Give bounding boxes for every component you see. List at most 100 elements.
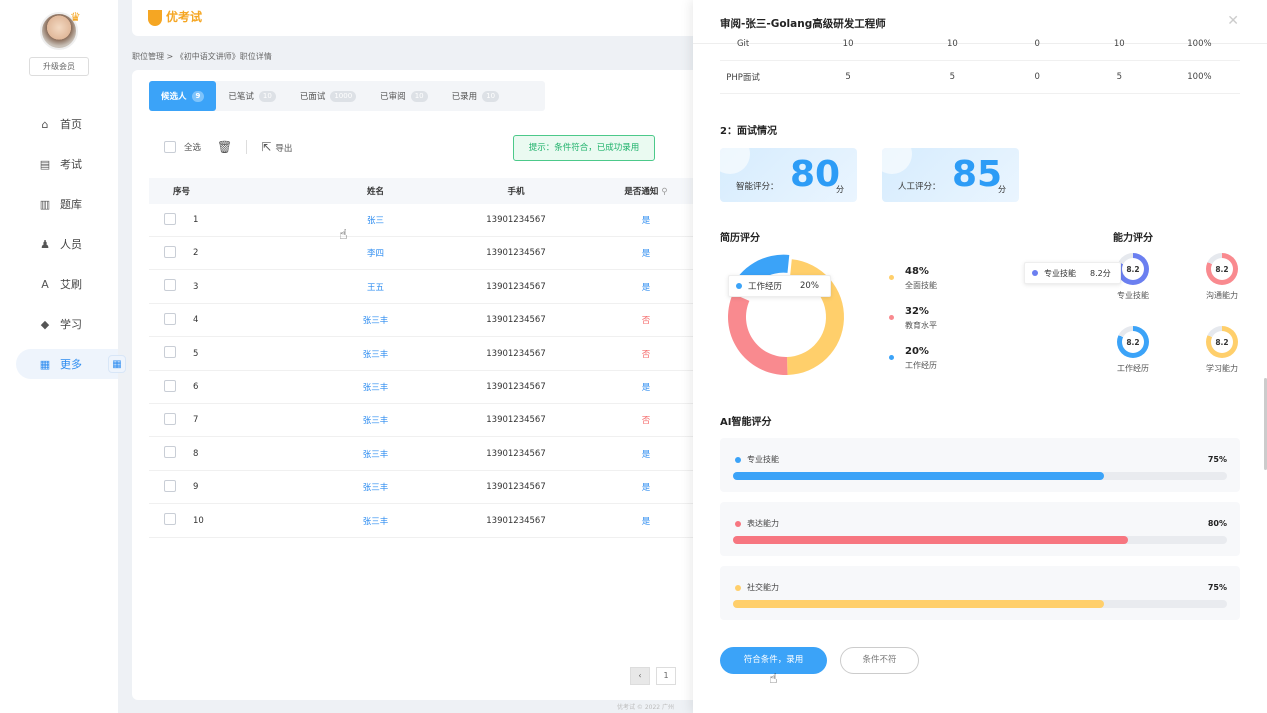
question-bank-icon: ▥ xyxy=(39,197,51,211)
reject-button[interactable]: 条件不符 xyxy=(840,647,919,674)
tab-label: 候选人 xyxy=(161,92,187,102)
row-checkbox-cell xyxy=(149,379,176,395)
skill-cell: 10 xyxy=(842,39,854,49)
candidate-name-link[interactable]: 李四 xyxy=(305,247,446,259)
bar-percent: 80% xyxy=(1207,519,1227,528)
grid-icon[interactable]: ▦ xyxy=(108,355,126,373)
table-row[interactable]: 5 张三丰 13901234567 否 xyxy=(149,338,722,371)
row-checkbox-cell xyxy=(149,346,176,361)
candidate-name-link[interactable]: 张三 xyxy=(305,214,446,226)
table-row[interactable]: 3 王五 13901234567 是 xyxy=(149,271,722,304)
row-checkbox-cell xyxy=(149,446,176,461)
row-no: 7 xyxy=(193,415,199,426)
manual-score-card: 人工评分： 85 分 xyxy=(882,148,1019,202)
row-no: 3 xyxy=(193,281,199,292)
bar-label: 社交能力 xyxy=(747,583,779,592)
bar-label: 表达能力 xyxy=(747,519,779,528)
row-notify: 是 xyxy=(641,383,651,393)
row-no: 2 xyxy=(193,248,199,259)
table-row[interactable]: 10 张三丰 13901234567 是 xyxy=(149,505,722,538)
sidebar-item-label: 首页 xyxy=(60,118,82,131)
candidate-name-link[interactable]: 张三丰 xyxy=(305,348,446,360)
row-notify: 否 xyxy=(641,316,651,327)
table-row[interactable]: 4 张三丰 13901234567 否 xyxy=(149,304,722,338)
table-row[interactable]: 2 李四 13901234567 是 xyxy=(149,237,722,271)
tab-label: 已笔试 xyxy=(228,92,254,102)
donut-slice[interactable] xyxy=(728,293,788,375)
sidebar-item[interactable]: A 艾刷 xyxy=(0,264,118,304)
tab[interactable]: 已面试 1000 xyxy=(288,81,368,111)
sidebar-item[interactable]: ♟ 人员 xyxy=(0,224,118,264)
header-phone: 手机 xyxy=(507,187,525,197)
filter-icon[interactable]: ⚲ xyxy=(661,187,667,197)
logo-text: 优考试 xyxy=(166,10,203,24)
skill-cell: PHP面试 xyxy=(726,73,760,83)
table-row[interactable]: 6 张三丰 13901234567 是 xyxy=(149,371,722,404)
resume-score-title: 简历评分 xyxy=(720,233,760,244)
sidebar-item[interactable]: ⌂ 首页 xyxy=(0,104,118,144)
table-row[interactable]: 7 张三丰 13901234567 否 xyxy=(149,404,722,438)
crown-icon: ♛ xyxy=(70,10,81,24)
legend-label: 工作经历 xyxy=(905,361,937,370)
page-number-button[interactable]: 1 xyxy=(656,667,676,685)
candidate-name-link[interactable]: 张三丰 xyxy=(305,314,446,326)
exam-icon: ▤ xyxy=(39,157,51,171)
legend-dot xyxy=(889,275,894,280)
tab-count-badge: 10 xyxy=(482,90,500,102)
accept-button[interactable]: 符合条件，录用 xyxy=(720,647,827,674)
tab[interactable]: 已审阅 10 xyxy=(368,81,439,111)
ai-score-value: 80 xyxy=(790,154,841,195)
header-notify[interactable]: 是否通知 ⚲ xyxy=(616,185,676,197)
sidebar-item[interactable]: ▥ 题库 xyxy=(0,184,118,224)
export-button[interactable]: ⇱ 导出 xyxy=(261,140,292,154)
bar-dot xyxy=(735,520,741,527)
upgrade-button[interactable]: 升级会员 xyxy=(29,57,89,76)
legend-label: 全面技能 xyxy=(905,281,937,290)
logo[interactable]: 优考试 xyxy=(148,8,202,26)
sidebar-item[interactable]: ◆ 学习 xyxy=(0,304,118,344)
ability-ring-label: 工作经历 xyxy=(1117,364,1149,373)
ability-tooltip: 专业技能 8.2分 xyxy=(1024,262,1121,284)
header-no: 序号 xyxy=(173,187,191,197)
sidebar-item[interactable]: ▦ 更多 ▦ xyxy=(16,349,126,379)
select-all-label: 全选 xyxy=(184,143,202,153)
bar-track xyxy=(733,536,1227,544)
ability-ring[interactable]: 8.2 xyxy=(1206,253,1238,285)
trash-icon[interactable]: 🗑 xyxy=(217,140,232,154)
table-row[interactable]: 9 张三丰 13901234567 是 xyxy=(149,471,722,505)
cursor-icon: ☝ xyxy=(769,671,778,687)
bar-percent: 75% xyxy=(1207,455,1227,464)
row-checkbox-cell xyxy=(149,513,176,528)
ability-ring[interactable]: 8.2 xyxy=(1117,326,1149,358)
tab[interactable]: 已笔试 10 xyxy=(216,81,287,111)
skill-cell: 100% xyxy=(1187,39,1212,49)
sidebar-item[interactable]: ▤ 考试 xyxy=(0,144,118,184)
bar-label-wrap: 社交能力 xyxy=(735,582,779,593)
prev-page-button[interactable]: ‹ xyxy=(630,667,650,685)
select-all-checkbox[interactable] xyxy=(164,141,176,153)
tab[interactable]: 候选人 9 xyxy=(149,81,217,111)
ability-ring[interactable]: 8.2 xyxy=(1206,326,1238,358)
bar-fill xyxy=(733,536,1129,544)
more-icon: ▦ xyxy=(39,357,51,371)
sidebar-nav: ⌂ 首页 ▤ 考试 ▥ 题库 ♟ 人员 A 艾刷 ◆ 学习 ▦ 更多 ▦ xyxy=(0,104,126,384)
row-phone: 13901234567 xyxy=(486,448,546,459)
candidate-name-link[interactable]: 张三丰 xyxy=(305,481,446,493)
row-phone: 13901234567 xyxy=(486,415,546,426)
table-row[interactable]: 1 张三 13901234567 是 xyxy=(149,204,722,237)
candidate-name-link[interactable]: 张三丰 xyxy=(305,381,446,393)
brush-icon: A xyxy=(41,277,49,291)
candidate-name-link[interactable]: 张三丰 xyxy=(305,414,446,426)
ability-ring[interactable]: 8.2 xyxy=(1117,253,1149,285)
table-row[interactable]: 8 张三丰 13901234567 是 xyxy=(149,438,722,471)
study-icon: ◆ xyxy=(40,317,50,331)
tab[interactable]: 已录用 10 xyxy=(440,81,511,111)
ability-ring-value: 8.2 xyxy=(1211,331,1233,353)
row-checkbox-cell xyxy=(149,479,176,495)
candidate-name-link[interactable]: 张三丰 xyxy=(305,448,446,460)
export-label: 导出 xyxy=(275,144,293,154)
toolbar-divider xyxy=(246,140,248,154)
candidate-name-link[interactable]: 张三丰 xyxy=(305,515,446,527)
candidate-name-link[interactable]: 王五 xyxy=(305,281,446,293)
close-icon[interactable]: ✕ xyxy=(1227,13,1239,29)
